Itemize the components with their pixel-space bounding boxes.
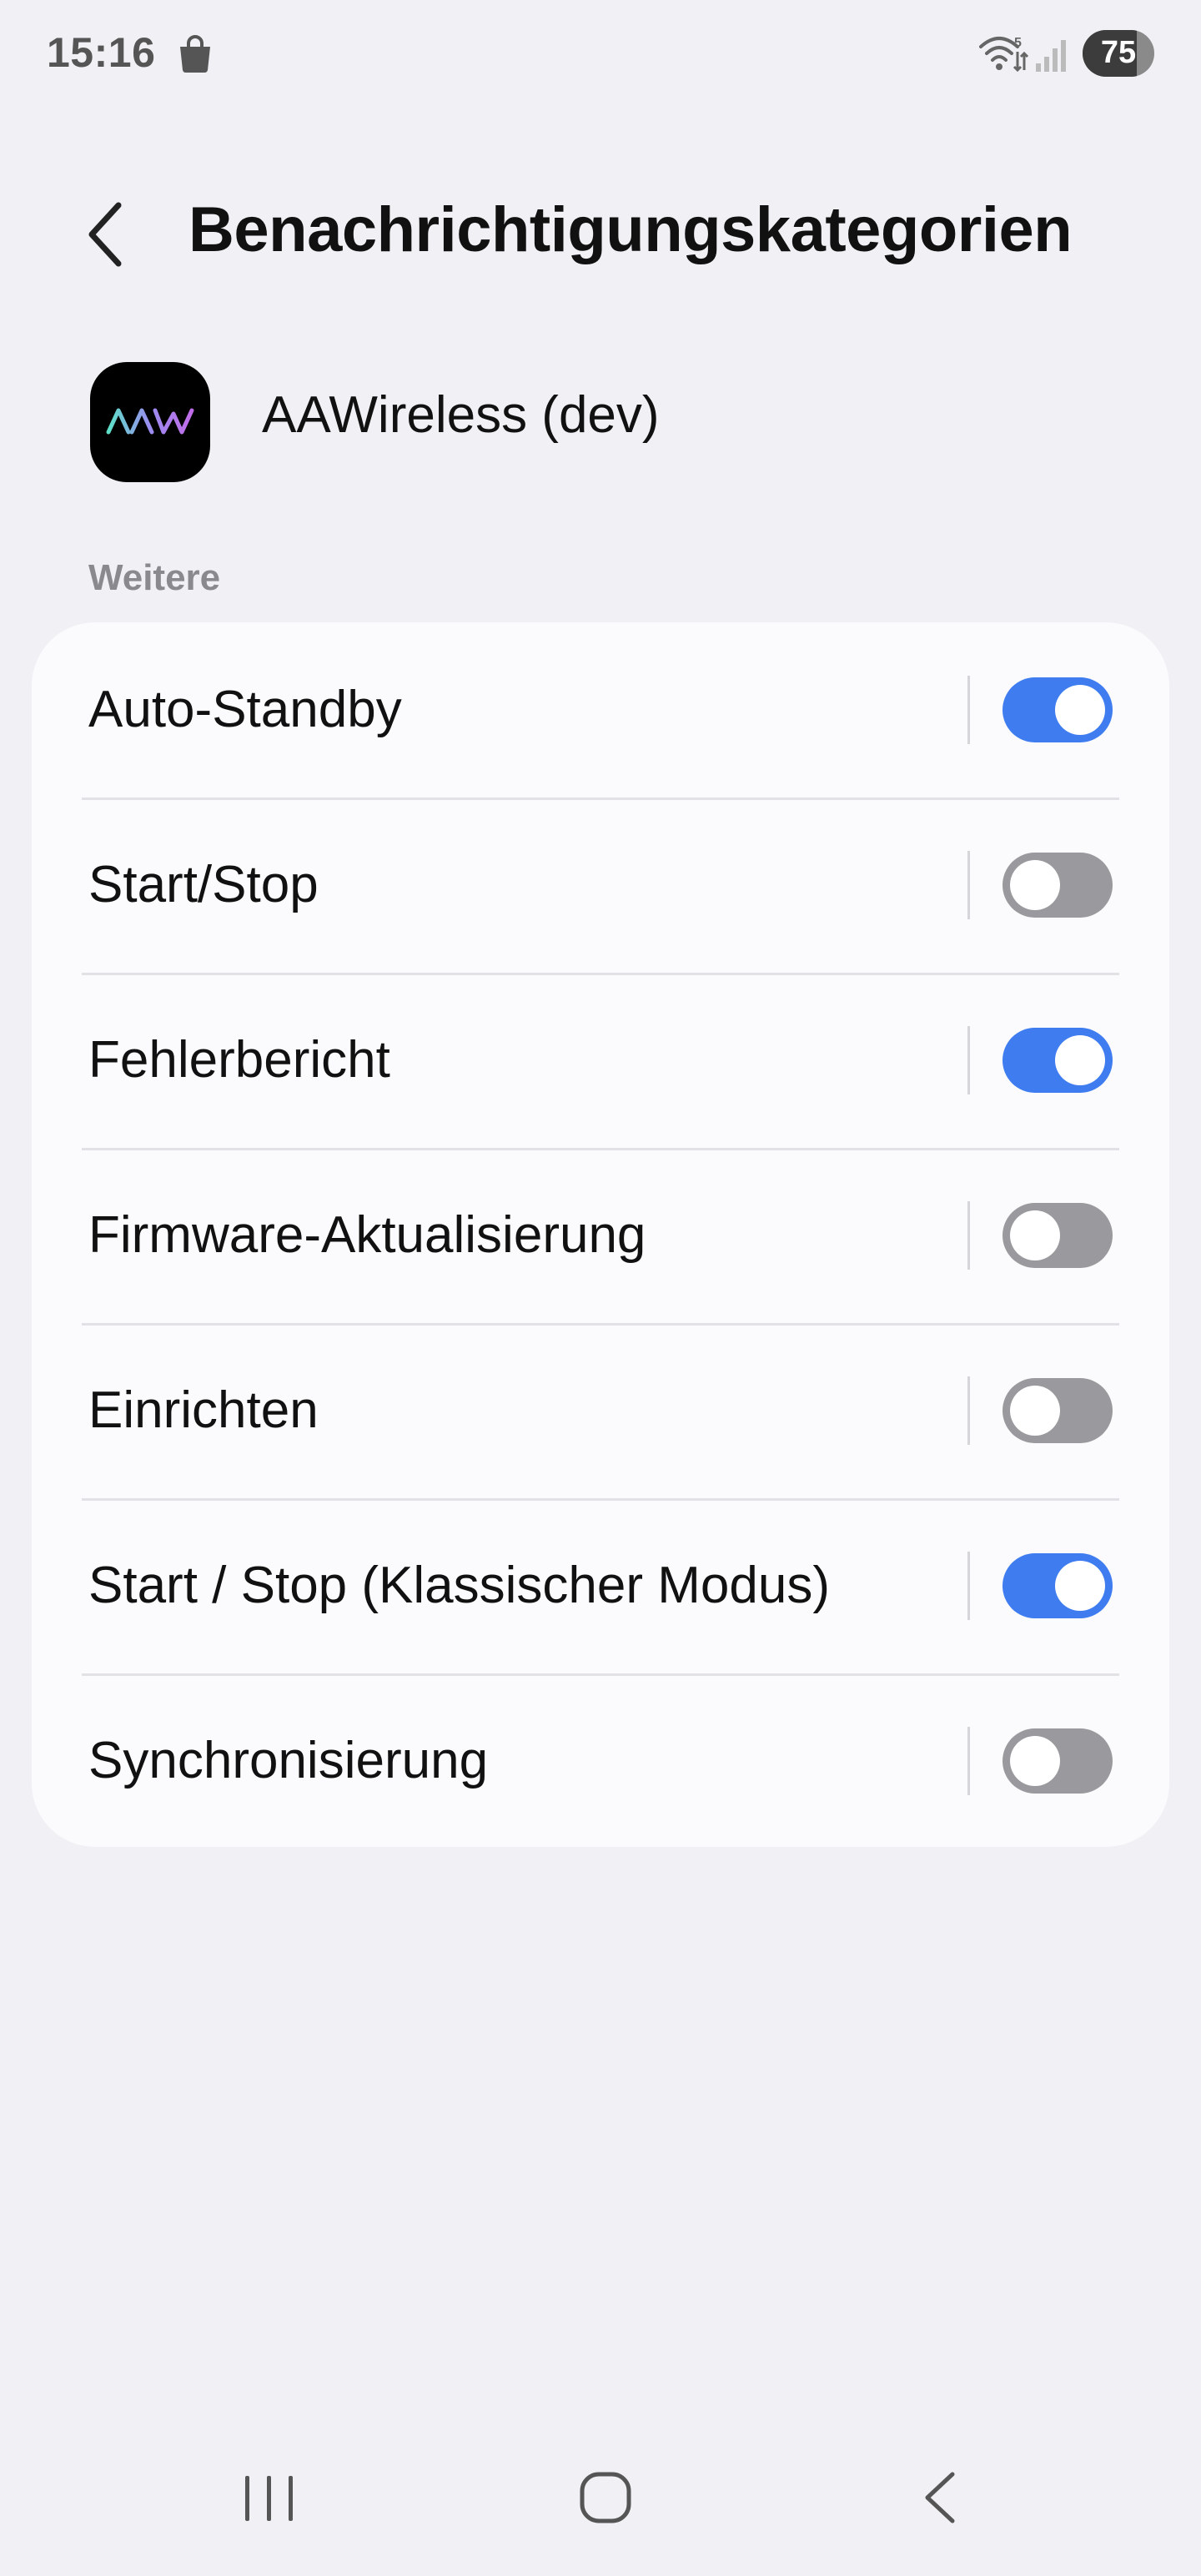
chevron-left-icon <box>88 202 122 267</box>
category-label: Synchronisierung <box>88 1732 489 1789</box>
category-label: Fehlerbericht <box>88 1031 390 1089</box>
home-icon[interactable] <box>579 2471 632 2524</box>
app-name: AAWireless (dev) <box>262 386 660 444</box>
vertical-divider <box>967 676 970 744</box>
toggle-switch[interactable] <box>1003 1203 1113 1268</box>
category-label: Start/Stop <box>88 856 319 913</box>
toggle-switch[interactable] <box>1003 1728 1113 1794</box>
section-label: Weitere <box>88 557 221 598</box>
category-row-fehlerbericht[interactable]: Fehlerbericht <box>32 973 1169 1148</box>
shopping-bag-icon <box>180 35 210 73</box>
vertical-divider <box>967 1201 970 1270</box>
status-time: 15:16 <box>47 29 156 76</box>
vertical-divider <box>967 1026 970 1094</box>
category-row-einrichten[interactable]: Einrichten <box>32 1323 1169 1498</box>
back-button[interactable] <box>80 189 140 280</box>
wifi-icon: 5 <box>979 36 1029 73</box>
svg-text:5: 5 <box>1014 36 1022 50</box>
battery-icon: 75 <box>1083 30 1154 77</box>
category-row-synchronisierung[interactable]: Synchronisierung <box>32 1673 1169 1849</box>
categories-card: Auto-Standby Start/Stop Fehlerbericht Fi… <box>32 622 1169 1847</box>
toggle-switch[interactable] <box>1003 1553 1113 1618</box>
toggle-switch[interactable] <box>1003 853 1113 918</box>
recents-icon[interactable] <box>242 2474 297 2523</box>
page-title: Benachrichtigungskategorien <box>188 194 1073 265</box>
category-label: Start / Stop (Klassischer Modus) <box>88 1557 830 1614</box>
vertical-divider <box>967 1727 970 1795</box>
aawireless-logo <box>106 408 194 435</box>
battery-level: 75 <box>1100 35 1137 70</box>
category-label: Auto-Standby <box>88 681 402 738</box>
toggle-switch[interactable] <box>1003 677 1113 742</box>
app-icon <box>90 362 210 482</box>
vertical-divider <box>967 1552 970 1620</box>
vertical-divider <box>967 851 970 919</box>
category-row-auto-standby[interactable]: Auto-Standby <box>32 622 1169 797</box>
category-row-firmware-aktualisierung[interactable]: Firmware-Aktualisierung <box>32 1148 1169 1323</box>
category-label: Einrichten <box>88 1381 319 1439</box>
vertical-divider <box>967 1376 970 1445</box>
category-row-start-stop-klassisch[interactable]: Start / Stop (Klassischer Modus) <box>32 1498 1169 1673</box>
category-row-start-stop[interactable]: Start/Stop <box>32 797 1169 973</box>
signal-icon <box>1036 40 1066 72</box>
back-icon[interactable] <box>921 2469 957 2526</box>
toggle-switch[interactable] <box>1003 1028 1113 1093</box>
toggle-switch[interactable] <box>1003 1378 1113 1443</box>
status-bar: 15:16 5 75 <box>0 0 1201 108</box>
category-label: Firmware-Aktualisierung <box>88 1206 646 1264</box>
